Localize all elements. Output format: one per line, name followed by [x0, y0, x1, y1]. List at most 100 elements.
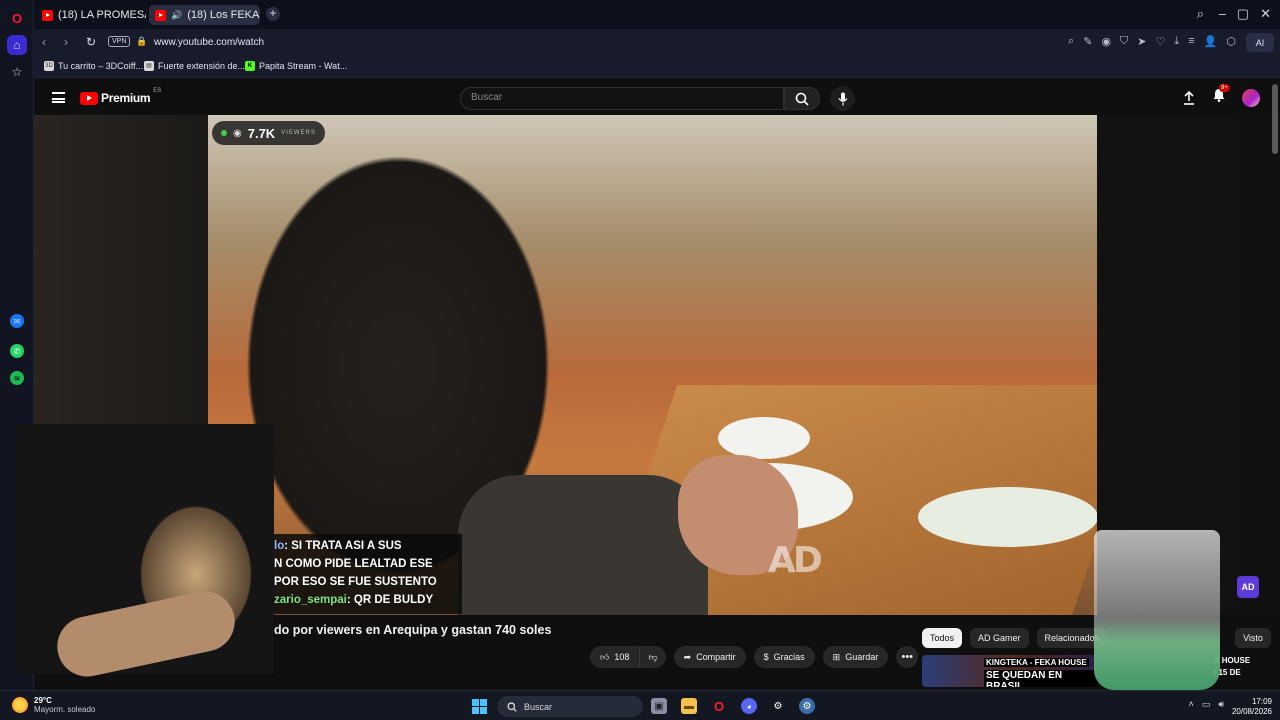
tab-label: (18) LA PROMESA de King — [58, 9, 146, 21]
chat-overlay: lo: SI TRATA ASI A SUS N COMO PIDE LEALT… — [274, 534, 462, 614]
task-view-icon[interactable]: ▣ — [651, 698, 667, 714]
zoom-icon[interactable]: ⌕ — [1068, 35, 1074, 48]
chat-text: QR DE BULDY — [353, 594, 434, 606]
chevron-up-icon[interactable]: ˄ — [1189, 699, 1194, 710]
home-icon[interactable]: ⌂ — [7, 35, 27, 55]
like-button[interactable]: 👍︎ 108 — [590, 646, 641, 668]
recommended-video-title[interactable]: A HOUSE | 15 DE — [1214, 655, 1254, 679]
share-label: Compartir — [696, 652, 736, 662]
header-actions: 9+ — [1182, 84, 1260, 107]
messenger-icon[interactable]: ✉ — [10, 314, 24, 328]
adblock-icon[interactable]: ⛉ — [1120, 35, 1128, 48]
extensions-icon[interactable]: ⬡ — [1226, 35, 1236, 48]
taskbar-search-label: Buscar — [524, 701, 553, 712]
video-frame-person — [458, 475, 708, 615]
video-frame-plate — [718, 417, 810, 459]
more-actions-button[interactable]: ••• — [896, 646, 919, 668]
page-scrollbar[interactable] — [1272, 84, 1278, 154]
reload-icon[interactable]: ↻ — [86, 35, 96, 49]
chat-text: N COMO PIDE LEALTAD ESE — [274, 558, 433, 570]
bookmark-item[interactable]: 3D Tu carrito – 3DCoiff... — [44, 61, 143, 71]
system-tray: ˄ ▭ 🔊︎ — [1189, 699, 1224, 710]
camera-icon[interactable]: ◉ — [1101, 35, 1111, 48]
viewers-badge: ◉ 7.7K VIEWERS — [212, 121, 325, 145]
app-icon[interactable]: ⚙ — [770, 698, 786, 714]
minimize-icon[interactable]: – — [1219, 6, 1226, 21]
spotify-icon[interactable]: ≋ — [10, 371, 24, 385]
back-icon[interactable]: ‹ — [42, 35, 46, 49]
heart-icon[interactable]: ♡ — [1156, 35, 1166, 48]
save-button[interactable]: ⊞ Guardar — [822, 646, 889, 668]
url-field[interactable]: www.youtube.com/watch — [154, 37, 264, 48]
hamburger-menu-icon[interactable] — [52, 92, 65, 103]
maximize-icon[interactable]: ▢ — [1237, 6, 1249, 22]
vpn-badge[interactable]: VPN — [108, 36, 131, 47]
glass-overlay — [1094, 530, 1220, 690]
bookmark-item[interactable]: ▤ Fuerte extensión de... — [144, 61, 245, 71]
thumbnail-text: KINGTEKA - FEKA HOUSE — [984, 658, 1089, 667]
bookmark-icon: ⊞ — [832, 651, 841, 662]
taskbar-search[interactable]: Buscar — [497, 696, 643, 717]
edit-icon[interactable]: ✎ — [1083, 35, 1092, 48]
save-label: Guardar — [845, 652, 879, 662]
discord-icon[interactable]: ◕ — [741, 698, 757, 714]
recommended-video-thumbnail[interactable]: KINGTEKA - FEKA HOUSE SE QUEDAN EN BRASI… — [922, 655, 1098, 687]
weather-widget[interactable]: 29°C Mayorm. soleado — [12, 696, 95, 714]
webcam-arm — [51, 585, 241, 683]
pinboard-icon[interactable]: ☆ — [7, 62, 27, 82]
speaker-icon[interactable]: 🔊 — [171, 10, 182, 21]
close-icon[interactable]: ✕ — [1260, 6, 1271, 22]
chat-user: lo — [274, 540, 285, 552]
chat-user: zario_sempai — [274, 594, 347, 606]
whatsapp-icon[interactable]: ✆ — [10, 344, 24, 358]
windows-start-icon[interactable] — [472, 699, 487, 714]
voice-search-button[interactable] — [830, 86, 855, 111]
search-button[interactable] — [784, 87, 820, 110]
clock[interactable]: 17:09 20/08/2026 — [1232, 697, 1272, 717]
volume-icon[interactable]: 🔊︎ — [1218, 699, 1224, 710]
screen: O ⌂ ☆ ✉ ✆ ≋ (18) LA PROMESA de King 🔊 (1… — [0, 0, 1280, 720]
bookmark-label: Tu carrito – 3DCoiff... — [58, 61, 144, 71]
share-icon: ➦ — [683, 651, 692, 662]
chip-ad-gamer[interactable]: AD Gamer — [970, 628, 1029, 648]
upload-icon[interactable] — [1182, 90, 1196, 105]
bookmarks-bar: 3D Tu carrito – 3DCoiff... ▤ Fuerte exte… — [34, 56, 1280, 78]
chip-visto[interactable]: Visto — [1235, 628, 1271, 648]
tab-la-promesa[interactable]: (18) LA PROMESA de King — [36, 5, 146, 25]
lock-icon[interactable]: 🔒 — [136, 36, 147, 47]
thanks-button[interactable]: $ Gracias — [753, 646, 815, 668]
forward-icon[interactable]: › — [64, 35, 68, 49]
new-tab-button[interactable]: + — [266, 7, 280, 21]
webcam-overlay — [16, 424, 274, 683]
settings-icon[interactable]: ⚙ — [799, 698, 815, 714]
opera-taskbar-icon[interactable]: O — [711, 698, 727, 714]
notifications-button[interactable]: 9+ — [1212, 84, 1230, 107]
send-icon[interactable]: ➤ — [1137, 35, 1146, 48]
file-explorer-icon[interactable]: ▬ — [681, 698, 697, 714]
menu-icon[interactable]: ≡ — [1188, 35, 1194, 48]
ai-button[interactable]: AI — [1246, 33, 1274, 52]
profile-icon[interactable]: 👤 — [1204, 35, 1218, 48]
avatar[interactable] — [1242, 88, 1260, 107]
dislike-button[interactable]: 👎︎ — [640, 646, 666, 668]
thumbnail-text: SE QUEDAN EN BRASIL — [984, 670, 1098, 687]
tab-search-icon[interactable]: ⌕ — [1197, 6, 1204, 22]
bookmark-item[interactable]: K Papita Stream - Wat... — [245, 61, 347, 71]
search-input[interactable] — [471, 92, 771, 103]
address-bar: ‹ › ↻ VPN 🔒 www.youtube.com/watch ⌕ ✎ ◉ … — [34, 29, 1280, 56]
thumbs-down-icon: 👎︎ — [648, 651, 658, 662]
download-icon[interactable]: ⤓ — [1174, 35, 1179, 48]
share-button[interactable]: ➦ Compartir — [673, 646, 746, 668]
search-box — [460, 87, 784, 110]
video-watermark: AD — [768, 540, 823, 581]
chip-todos[interactable]: Todos — [922, 628, 963, 648]
opera-logo-icon[interactable]: O — [7, 8, 27, 28]
tab-strip: (18) LA PROMESA de King 🔊 (18) Los FEKAS… — [34, 0, 1280, 29]
viewers-count: 7.7K — [247, 125, 276, 141]
video-frame-plate — [918, 487, 1097, 547]
weather-description: Mayorm. soleado — [34, 705, 96, 714]
tab-los-fekas[interactable]: 🔊 (18) Los FEKAS visitan — [149, 5, 260, 25]
windows-taskbar: 29°C Mayorm. soleado Buscar ▣ ▬ O ◕ ⚙ ⚙ … — [0, 690, 1280, 720]
network-icon[interactable]: ▭ — [1202, 699, 1211, 710]
youtube-logo[interactable]: Premium ES — [80, 88, 161, 105]
